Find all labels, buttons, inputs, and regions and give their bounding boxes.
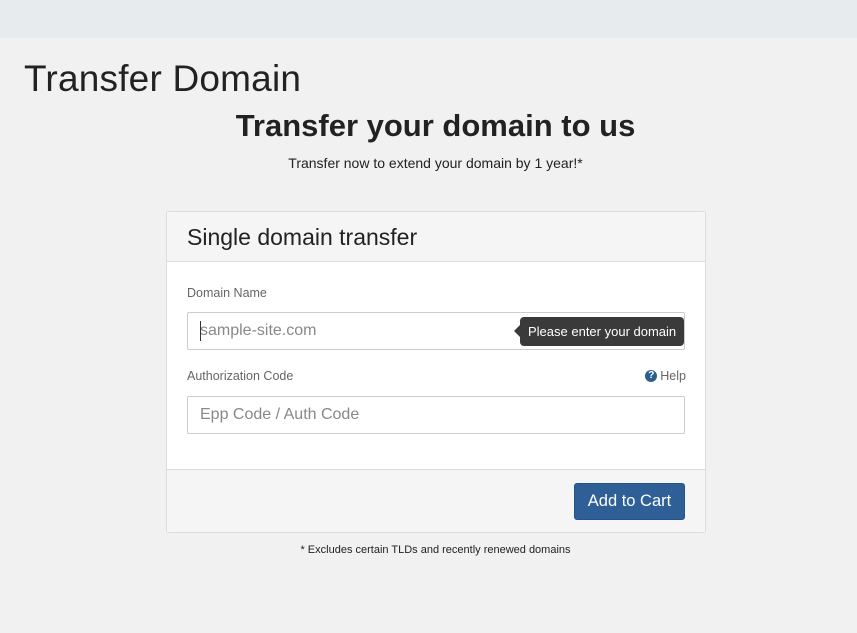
- panel-header: Single domain transfer: [167, 212, 705, 262]
- question-circle-icon: ?: [645, 370, 658, 382]
- help-link[interactable]: ? Help: [645, 369, 686, 383]
- auth-code-label: Authorization Code: [187, 369, 294, 383]
- auth-code-input[interactable]: [187, 396, 685, 434]
- transfer-panel: Single domain transfer Domain Name Pleas…: [166, 211, 706, 533]
- domain-tooltip: Please enter your domain: [513, 317, 685, 346]
- footnote: * Excludes certain TLDs and recently ren…: [300, 544, 571, 556]
- page-title: Transfer Domain: [24, 58, 302, 99]
- text-caret: [200, 321, 201, 341]
- domain-name-label: Domain Name: [187, 286, 267, 300]
- tagline: Transfer now to extend your domain by 1 …: [288, 155, 583, 171]
- panel-title: Single domain transfer: [187, 224, 418, 250]
- top-bar: [0, 0, 857, 38]
- page-subtitle: Transfer your domain to us: [235, 108, 636, 143]
- help-label: Help: [660, 369, 686, 383]
- add-to-cart-button[interactable]: Add to Cart: [574, 483, 685, 520]
- panel-footer: Add to Cart: [167, 469, 705, 532]
